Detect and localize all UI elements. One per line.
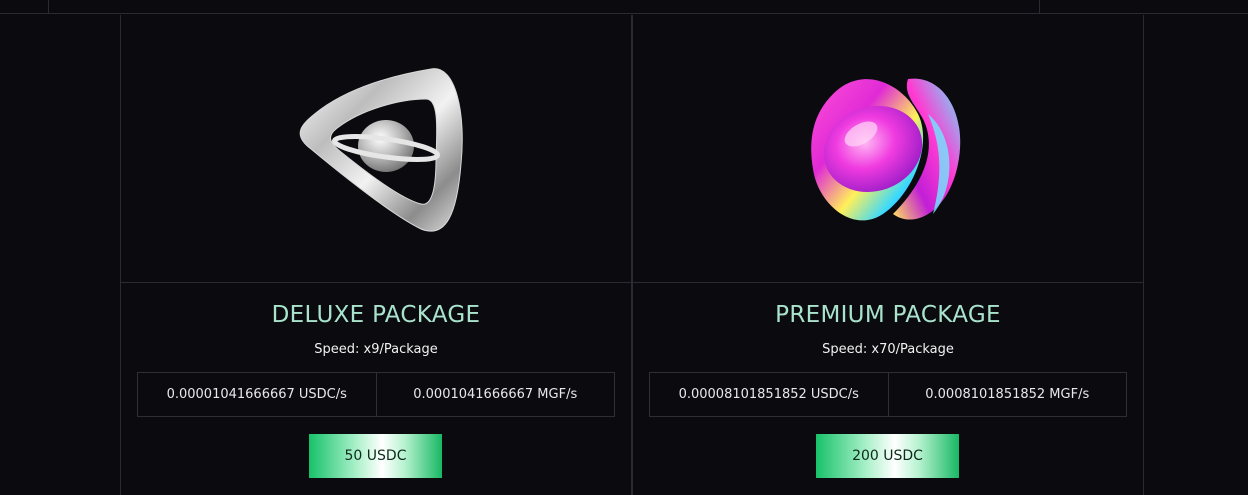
- package-card-premium: PREMIUM PACKAGE Speed: x70/Package 0.000…: [632, 15, 1144, 495]
- package-speed: Speed: x70/Package: [822, 342, 954, 357]
- package-rates: 0.00001041666667 USDC/s 0.0001041666667 …: [137, 372, 615, 417]
- package-artwork: [121, 15, 631, 283]
- package-artwork: [633, 15, 1143, 283]
- holographic-knot-icon: [811, 78, 961, 220]
- rate-mgf: 0.0008101851852 MGF/s: [887, 373, 1127, 416]
- top-strip: [0, 0, 1248, 14]
- top-divider: [1039, 0, 1040, 14]
- buy-premium-button[interactable]: 200 USDC: [816, 434, 959, 478]
- buy-deluxe-button[interactable]: 50 USDC: [309, 434, 442, 478]
- top-divider: [48, 0, 49, 14]
- rate-usdc: 0.00008101851852 USDC/s: [678, 387, 859, 402]
- rate-mgf: 0.0001041666667 MGF/s: [375, 373, 615, 416]
- packages-page: DELUXE PACKAGE Speed: x9/Package 0.00001…: [0, 0, 1248, 495]
- package-card-deluxe: DELUXE PACKAGE Speed: x9/Package 0.00001…: [120, 15, 632, 495]
- package-speed: Speed: x9/Package: [314, 342, 438, 357]
- package-rates: 0.00008101851852 USDC/s 0.0008101851852 …: [649, 372, 1127, 417]
- package-title: PREMIUM PACKAGE: [775, 302, 1001, 328]
- rate-usdc: 0.00001041666667 USDC/s: [166, 387, 347, 402]
- silver-ring-orb-icon: [299, 67, 463, 232]
- package-title: DELUXE PACKAGE: [271, 302, 481, 328]
